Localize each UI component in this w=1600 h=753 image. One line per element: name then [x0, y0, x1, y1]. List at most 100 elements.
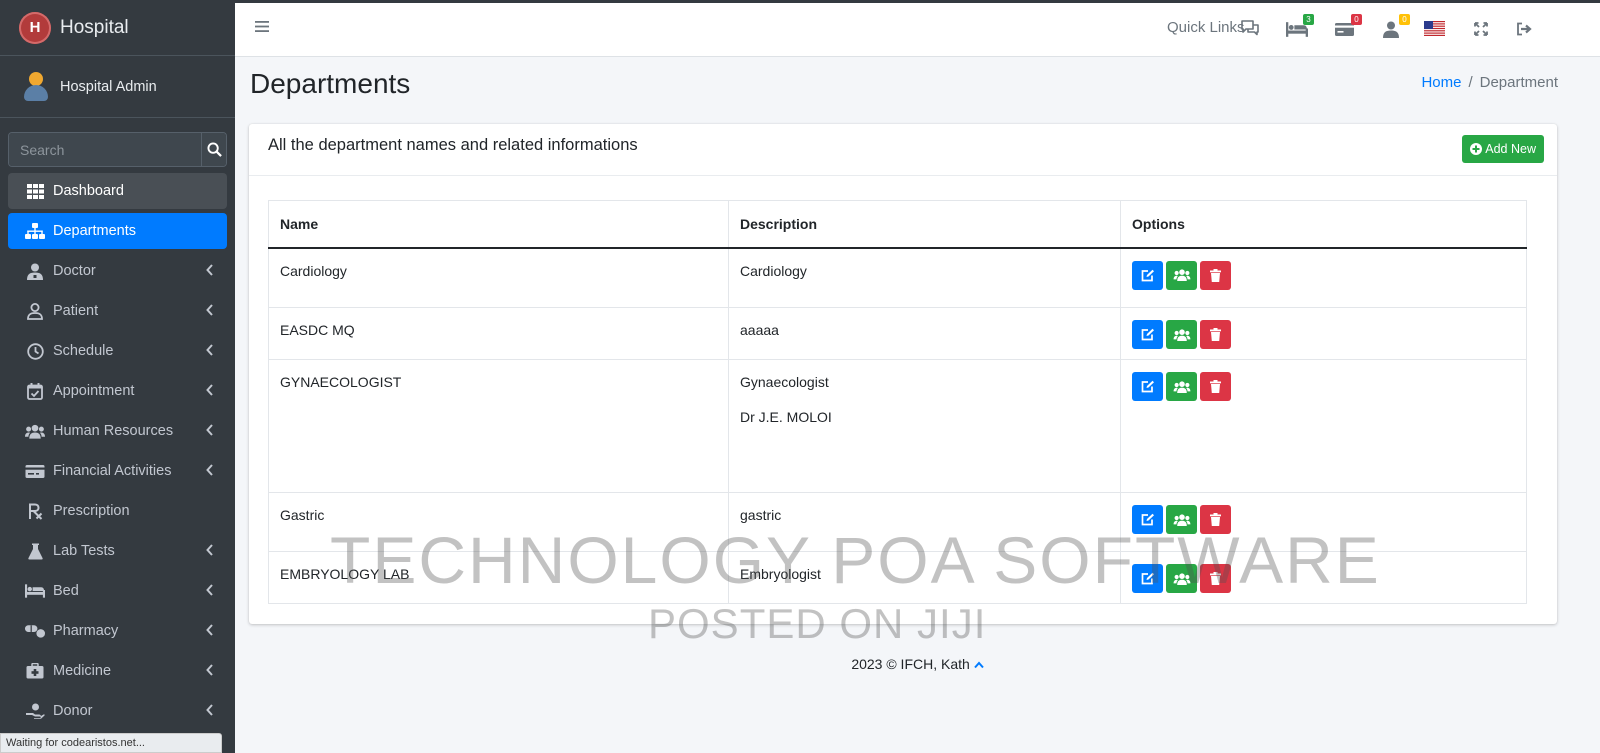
column-header-name[interactable]: Name [268, 200, 729, 249]
description-line: Dr J.E. MOLOI [740, 409, 832, 425]
users-icon [1173, 513, 1190, 526]
brand-link[interactable]: H Hospital [0, 0, 235, 56]
sidebar-item-label: Pharmacy [53, 623, 119, 639]
scroll-top-button[interactable] [973, 656, 984, 672]
edit-icon [1141, 513, 1154, 526]
edit-icon [1141, 380, 1154, 393]
edit-button[interactable] [1132, 260, 1163, 290]
department-description: Embryologist [728, 551, 1121, 604]
sidebar-item-dashboard[interactable]: Dashboard [8, 173, 227, 209]
us-flag-icon [1424, 21, 1445, 36]
logout-button[interactable] [1516, 19, 1540, 39]
hospital-logo-icon: H [19, 11, 51, 44]
sidebar-item-pharmacy[interactable]: Pharmacy [8, 613, 227, 649]
sidebar-item-human-resources[interactable]: Human Resources [8, 413, 227, 449]
donor-icon [25, 701, 45, 721]
table-row: Cardiology Cardiology [268, 247, 1527, 308]
sidebar-item-label: Medicine [53, 663, 112, 679]
avatar [22, 71, 50, 102]
chevron-left-icon [206, 344, 213, 356]
row-options [1120, 307, 1527, 360]
quick-links-link[interactable]: Quick Links [1167, 19, 1245, 36]
plus-circle-icon [1470, 143, 1483, 155]
department-name: EASDC MQ [268, 307, 729, 360]
grid-icon [25, 181, 45, 201]
language-selector[interactable] [1424, 19, 1448, 39]
chevron-left-icon [206, 624, 213, 636]
chevron-left-icon [206, 544, 213, 556]
delete-button[interactable] [1200, 372, 1231, 401]
bed-notifications-button[interactable]: 3 [1286, 14, 1314, 39]
edit-icon [1141, 572, 1154, 585]
flask-icon [25, 541, 45, 561]
payment-count-badge: 0 [1351, 14, 1362, 25]
clock-icon [25, 341, 45, 361]
delete-button[interactable] [1200, 320, 1231, 349]
chevron-left-icon [206, 424, 213, 436]
footer-copyright: 2023 © IFCH, Kath [851, 656, 970, 672]
sidebar-item-departments[interactable]: Departments [8, 213, 227, 249]
hamburger-icon [255, 21, 269, 32]
row-options [1120, 551, 1527, 604]
sidebar: H Hospital Hospital Admin Dashboard Depa… [0, 0, 235, 753]
search-input[interactable] [9, 133, 201, 166]
top-navbar: Quick Links 3 0 0 [235, 3, 1600, 57]
view-members-button[interactable] [1166, 564, 1197, 593]
trash-icon [1210, 268, 1221, 282]
user-name: Hospital Admin [60, 78, 157, 95]
edit-button[interactable] [1132, 505, 1163, 534]
users-icon [1173, 328, 1190, 341]
description-line: Cardiology [740, 262, 807, 279]
edit-icon [1141, 269, 1154, 281]
fullscreen-button[interactable] [1474, 19, 1498, 39]
chevron-left-icon [206, 304, 213, 316]
column-header-options[interactable]: Options [1120, 200, 1527, 249]
view-members-button[interactable] [1166, 260, 1197, 290]
sidebar-item-prescription[interactable]: Prescription [8, 493, 227, 529]
bed-count-badge: 3 [1303, 14, 1314, 25]
delete-button[interactable] [1200, 260, 1231, 290]
sidebar-search [8, 132, 227, 167]
sidebar-item-lab-tests[interactable]: Lab Tests [8, 533, 227, 569]
breadcrumb-home-link[interactable]: Home [1421, 74, 1461, 91]
top-edge [0, 0, 1600, 3]
prescription-icon [25, 501, 45, 521]
edit-button[interactable] [1132, 372, 1163, 401]
sidebar-item-label: Appointment [53, 383, 135, 399]
user-panel[interactable]: Hospital Admin [0, 56, 235, 118]
edit-button[interactable] [1132, 320, 1163, 349]
delete-button[interactable] [1200, 564, 1231, 593]
search-button[interactable] [201, 133, 226, 166]
department-name: GYNAECOLOGIST [268, 359, 729, 493]
menu-toggle-button[interactable] [255, 20, 269, 38]
messages-button[interactable] [1240, 19, 1264, 39]
department-name: Cardiology [268, 247, 729, 308]
sidebar-item-donor[interactable]: Donor [8, 693, 227, 729]
delete-button[interactable] [1200, 505, 1231, 534]
sidebar-item-doctor[interactable]: Doctor [8, 253, 227, 289]
patient-notifications-button[interactable]: 0 [1382, 14, 1410, 39]
row-options [1120, 492, 1527, 552]
add-new-button[interactable]: Add New [1462, 135, 1544, 163]
sidebar-item-medicine[interactable]: Medicine [8, 653, 227, 689]
trash-icon [1210, 572, 1221, 585]
view-members-button[interactable] [1166, 372, 1197, 401]
sidebar-item-label: Prescription [53, 503, 130, 519]
table-row: GYNAECOLOGIST Gynaecologist Dr J.E. MOLOI [268, 359, 1527, 493]
chevron-left-icon [206, 664, 213, 676]
description-line: Embryologist [740, 566, 821, 582]
sidebar-item-financial-activities[interactable]: Financial Activities [8, 453, 227, 489]
sidebar-item-patient[interactable]: Patient [8, 293, 227, 329]
view-members-button[interactable] [1166, 320, 1197, 349]
department-description: aaaaa [728, 307, 1121, 360]
view-members-button[interactable] [1166, 505, 1197, 534]
description-line: aaaaa [740, 322, 779, 338]
payment-notifications-button[interactable]: 0 [1334, 14, 1362, 39]
department-name: EMBRYOLOGY LAB [268, 551, 729, 604]
sidebar-item-appointment[interactable]: Appointment [8, 373, 227, 409]
edit-button[interactable] [1132, 564, 1163, 593]
chevron-up-icon [973, 661, 984, 669]
sidebar-item-schedule[interactable]: Schedule [8, 333, 227, 369]
column-header-description[interactable]: Description [728, 200, 1121, 249]
sidebar-item-bed[interactable]: Bed [8, 573, 227, 609]
